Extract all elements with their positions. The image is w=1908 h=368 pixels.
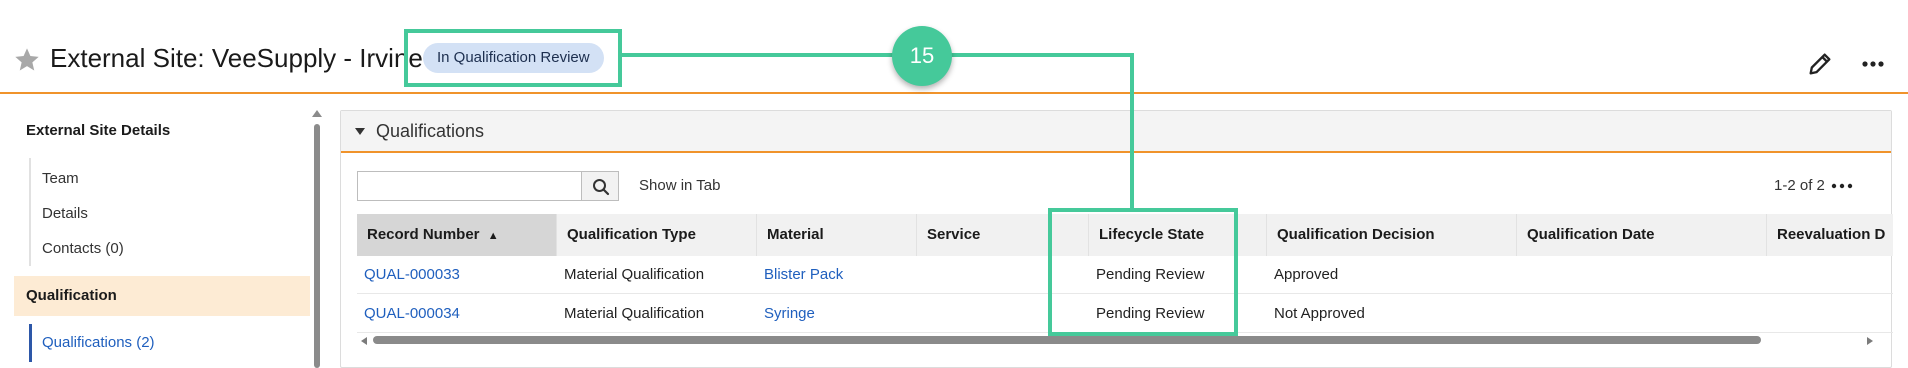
sidebar-scrollbar[interactable] — [312, 110, 322, 368]
sidebar-rail — [29, 158, 31, 266]
page-header: External Site: VeeSupply - Irvine In Qua… — [0, 0, 1908, 94]
callout-highlight-lifecycle — [1048, 208, 1238, 336]
column-header-material[interactable]: Material — [757, 214, 917, 256]
sort-ascending-icon: ▲ — [487, 230, 499, 242]
show-in-tab-link[interactable]: Show in Tab — [639, 177, 720, 194]
column-header-qualification-date[interactable]: Qualification Date — [1517, 214, 1767, 256]
collapse-caret-icon[interactable] — [355, 128, 365, 135]
column-header-reevaluation-date[interactable]: Reevaluation D — [1767, 214, 1893, 256]
callout-number-marker: 15 — [892, 26, 952, 86]
sidebar-section-qualification[interactable]: Qualification — [14, 276, 310, 316]
more-horizontal-icon[interactable] — [1858, 50, 1888, 78]
reevaluation-date-cell — [1767, 256, 1774, 294]
scroll-right-icon[interactable] — [1867, 337, 1873, 345]
qualification-date-cell — [1517, 295, 1524, 333]
record-number-link[interactable]: QUAL-000033 — [357, 256, 460, 294]
reevaluation-date-cell — [1767, 295, 1774, 333]
column-header-record-number[interactable]: Record Number ▲ — [357, 214, 557, 256]
qualification-decision-cell: Not Approved — [1274, 305, 1365, 322]
panel-header[interactable]: Qualifications — [341, 111, 1891, 153]
sidebar-scroll-thumb[interactable] — [314, 124, 320, 368]
sidebar-item-details[interactable]: Details — [42, 205, 88, 222]
sidebar-item-qualifications[interactable]: Qualifications (2) — [42, 334, 155, 351]
page-title: External Site: VeeSupply - Irvine — [50, 43, 423, 73]
panel-title: Qualifications — [376, 121, 485, 141]
callout-connector — [622, 53, 1134, 57]
callout-connector — [1130, 53, 1134, 210]
pencil-icon[interactable] — [1806, 50, 1834, 78]
search-icon — [593, 179, 610, 196]
scroll-left-icon[interactable] — [361, 337, 367, 345]
sidebar: External Site Details Team Details Conta… — [0, 96, 322, 368]
sidebar-active-rail — [29, 324, 32, 362]
column-label: Record Number — [367, 226, 480, 243]
qualification-decision-cell: Approved — [1274, 266, 1339, 283]
star-icon[interactable] — [13, 46, 41, 74]
service-cell — [917, 256, 924, 294]
scroll-up-icon[interactable] — [312, 110, 322, 117]
search-input[interactable] — [357, 171, 581, 201]
horizontal-scroll-thumb[interactable] — [373, 336, 1761, 344]
more-horizontal-icon[interactable] — [1829, 177, 1855, 195]
material-link[interactable]: Syringe — [757, 295, 815, 333]
column-header-qualification-decision[interactable]: Qualification Decision — [1267, 214, 1517, 256]
column-header-qualification-type[interactable]: Qualification Type — [557, 214, 757, 256]
qualification-type-cell: Material Qualification — [564, 266, 705, 283]
search-button[interactable] — [581, 171, 619, 201]
record-number-link[interactable]: QUAL-000034 — [357, 295, 460, 333]
service-cell — [917, 295, 924, 333]
record-count: 1-2 of 2 — [1774, 177, 1825, 194]
material-link[interactable]: Blister Pack — [757, 256, 843, 294]
sidebar-item-team[interactable]: Team — [42, 170, 79, 187]
qualification-date-cell — [1517, 256, 1524, 294]
qualification-type-cell: Material Qualification — [564, 305, 705, 322]
sidebar-item-contacts[interactable]: Contacts (0) — [42, 240, 124, 257]
app-root: External Site: VeeSupply - Irvine In Qua… — [0, 0, 1908, 368]
sidebar-section-title[interactable]: External Site Details — [26, 122, 170, 139]
callout-highlight-badge — [404, 29, 622, 87]
table-horizontal-scrollbar[interactable] — [357, 335, 1877, 347]
